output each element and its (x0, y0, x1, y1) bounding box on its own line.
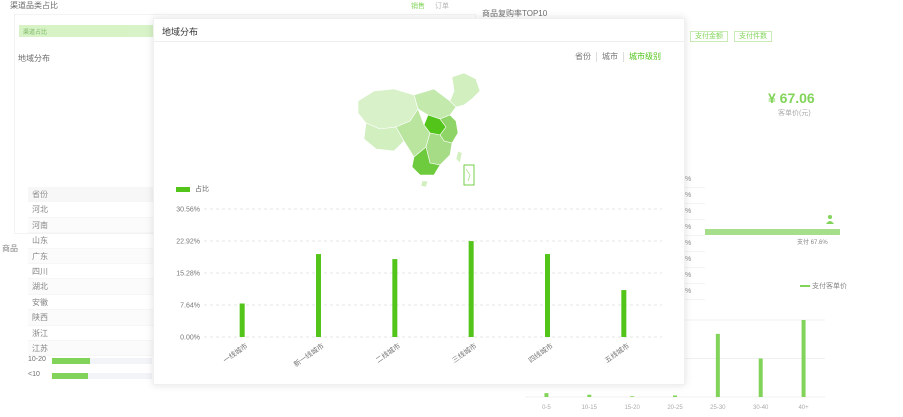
legend-label: 支付客单价 (811, 283, 847, 290)
bar (673, 395, 677, 397)
bar (239, 303, 245, 337)
background-tab-orders[interactable]: 订单 (435, 3, 449, 10)
x-tick-label: 30-40 (753, 405, 769, 411)
bar (316, 254, 321, 337)
card-divider (154, 41, 684, 42)
bar (587, 394, 592, 397)
stat-row: % (685, 172, 705, 188)
x-tick-label: 新一线城市 (292, 341, 326, 368)
x-tick-label: 四线城市 (527, 341, 555, 364)
table-row: 四川 (28, 264, 158, 280)
y-tick-label: 0.00% (180, 335, 200, 342)
background-province-table: 省份 河北 河南 山东 广东 四川 湖北 安徽 陕西 浙江 江苏 (28, 187, 158, 357)
progress-label: <10 (28, 371, 40, 378)
map-region-taiwan (455, 150, 463, 164)
x-tick-label: 五线城市 (603, 341, 631, 364)
progress-label: 10-20 (28, 356, 46, 363)
map-region-northeast (449, 72, 481, 108)
chart-grid (204, 208, 662, 338)
stat-row: % (685, 204, 705, 220)
progress-fill (52, 373, 88, 379)
legend-swatch (800, 285, 810, 288)
table-row: 江苏 (28, 340, 158, 357)
background-panel-title: 渠道品类占比 (10, 1, 58, 10)
background-green-bar (705, 229, 840, 235)
progress-fill (52, 358, 90, 364)
background-bar-label: 支付 67.6% (797, 240, 828, 246)
background-right-tabs: 支付金额 支付件数 (690, 31, 776, 42)
table-row: 湖北 (28, 279, 158, 295)
x-tick-label: 一线城市 (221, 341, 249, 364)
y-tick-label: 7.64% (180, 303, 200, 310)
x-tick-label: 20-25 (667, 405, 683, 411)
table-row: 河北 (28, 202, 158, 218)
x-tick-label: 三线城市 (450, 341, 478, 364)
bar (715, 333, 720, 397)
person-icon (826, 215, 834, 224)
bar (545, 254, 550, 337)
y-tick-label: 30.56% (176, 207, 200, 214)
table-row: 河南 (28, 217, 158, 234)
card-title: 地域分布 (162, 27, 199, 37)
city-tier-bar-chart: 0.00% 7.64% 15.28% 22.92% 30.56% 一线城市 新一线城市 二线城… (176, 207, 662, 369)
progress-track (52, 358, 152, 364)
background-strip: 渠道占比 (19, 25, 157, 37)
table-row: 广东 (28, 248, 158, 264)
table-row: 山东 (28, 233, 158, 249)
stat-row: % (685, 252, 705, 268)
stat-row: % (685, 236, 705, 252)
table-row: 浙江 (28, 326, 158, 341)
tab-city[interactable]: 城市 (597, 52, 624, 62)
bar (621, 290, 627, 337)
price-value: ¥ 67.06 (768, 90, 815, 106)
tab-city-tier[interactable]: 城市级别 (624, 52, 666, 62)
background-progress: 10-20 (28, 356, 158, 366)
region-tabs: 省份 城市 城市级别 (570, 52, 666, 62)
x-tick-label: 0-5 (542, 405, 551, 411)
map-region-hainan (420, 180, 429, 188)
region-distribution-card: 地域分布 省份 城市 城市级别 占比 0.00% 7.64% 15.28% 22.92… (153, 18, 685, 385)
x-tick-label: 40+ (798, 405, 809, 411)
background-tab-sales[interactable]: 销售 (411, 3, 425, 10)
bar (801, 320, 806, 397)
y-tick-label: 22.92% (176, 239, 200, 246)
background-products-label: 商品 (2, 244, 18, 253)
stat-row: % (685, 268, 705, 284)
table-row: 安徽 (28, 295, 158, 311)
bar (468, 241, 474, 337)
bar (630, 396, 635, 397)
tab-province[interactable]: 省份 (570, 52, 597, 62)
background-tab-pay-amount[interactable]: 支付金额 (690, 31, 728, 42)
table-row: 陕西 (28, 310, 158, 326)
legend-label: 占比 (195, 186, 209, 193)
background-legend: 支付客单价 (800, 281, 847, 291)
map-south-sea-islands (465, 168, 471, 182)
progress-track (52, 373, 152, 379)
x-tick-label: 25-30 (710, 405, 726, 411)
bar (392, 259, 398, 337)
stat-row: % (685, 284, 705, 300)
china-map (357, 72, 481, 188)
map-south-sea-inset (463, 164, 475, 186)
price-label: 客单价(元) (778, 110, 811, 117)
y-tick-label: 15.28% (176, 271, 200, 278)
background-tab-pay-count[interactable]: 支付件数 (733, 31, 772, 42)
table-header: 省份 (28, 187, 158, 203)
background-tabs: 销售 订单 (411, 1, 449, 11)
bar (758, 358, 763, 397)
x-tick-label: 10-15 (582, 405, 598, 411)
bar (544, 393, 549, 397)
stat-row: % (685, 220, 705, 236)
chart-legend[interactable]: 占比 (176, 184, 209, 194)
background-progress: <10 (28, 371, 158, 381)
legend-swatch (176, 186, 190, 192)
x-tick-label: 二线城市 (374, 341, 402, 364)
x-tick-label: 15-20 (624, 405, 640, 411)
stat-row: % (685, 188, 705, 204)
background-subtitle: 地域分布 (18, 54, 50, 63)
